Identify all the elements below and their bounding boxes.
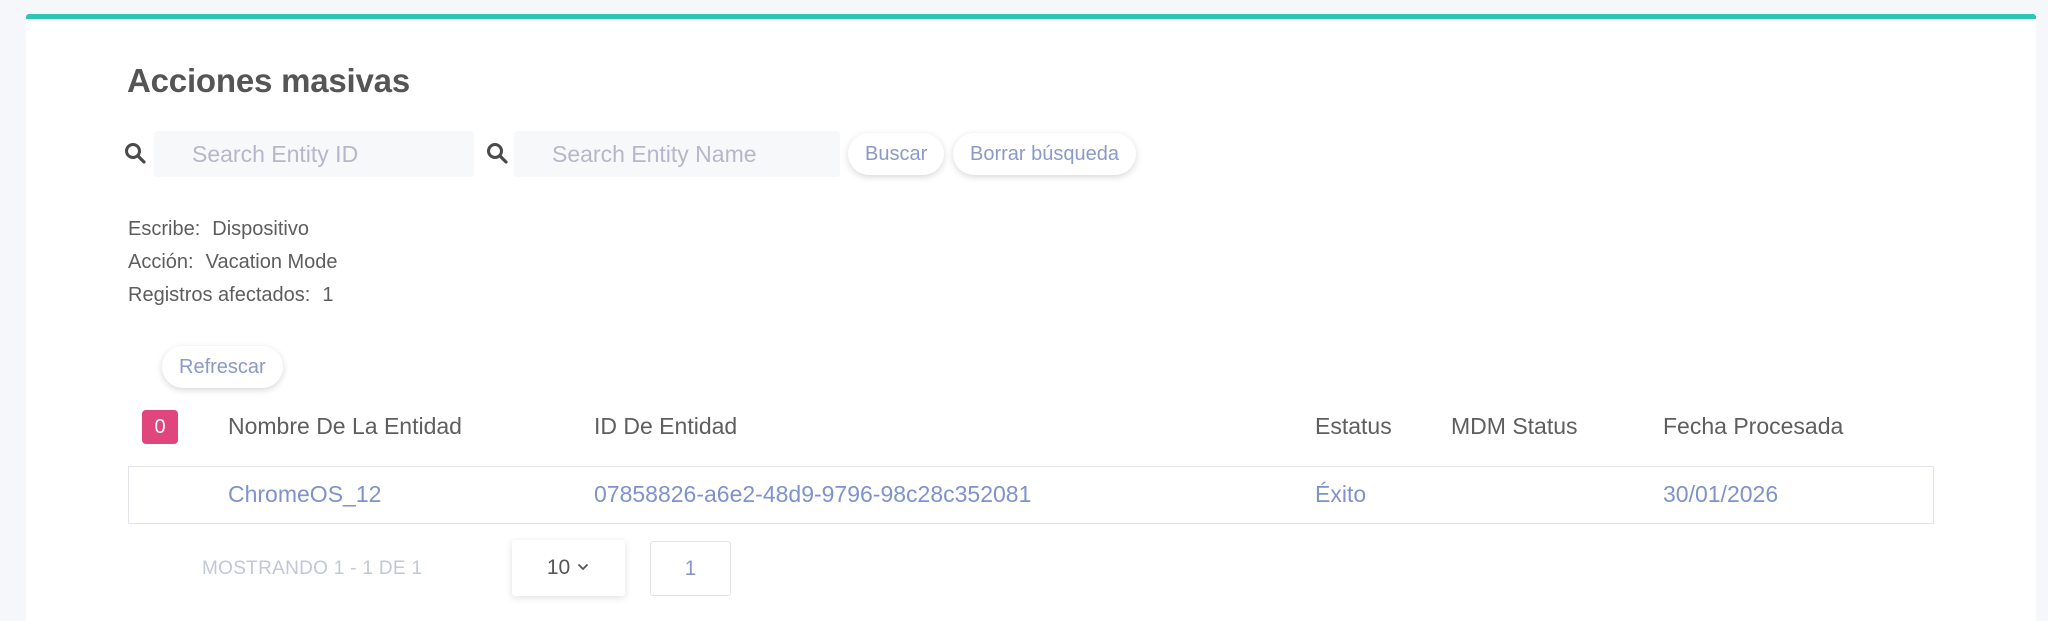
column-header-processed-date[interactable]: Fecha Procesada [1663,413,1843,440]
clear-search-button[interactable]: Borrar búsqueda [953,133,1136,175]
info-records: Registros afectados: 1 [128,284,333,307]
chevron-down-icon [576,556,590,580]
search-icon [485,141,509,165]
info-action-value: Vacation Mode [205,251,338,273]
info-records-value: 1 [322,284,334,306]
search-entity-id-input[interactable] [154,131,474,177]
info-action-label: Acción: [128,251,194,273]
column-header-status[interactable]: Estatus [1315,413,1392,440]
search-entity-name-input[interactable] [514,131,840,177]
cell-entity-name[interactable]: ChromeOS_12 [228,481,381,508]
pagination-summary: MOSTRANDO 1 - 1 DE 1 [202,558,423,579]
column-header-entity-id[interactable]: ID De Entidad [594,413,737,440]
column-header-entity-name[interactable]: Nombre De La Entidad [228,413,462,440]
info-action: Acción: Vacation Mode [128,251,338,274]
page-size-select[interactable]: 10 [512,540,625,596]
search-icon [123,141,147,165]
page-size-value: 10 [546,556,571,579]
selected-count-badge[interactable]: 0 [142,410,178,444]
refresh-button[interactable]: Refrescar [162,346,283,388]
info-type-value: Dispositivo [212,218,309,240]
info-type-label: Escribe: [128,218,201,240]
cell-status: Éxito [1315,481,1367,507]
cell-processed-date: 30/01/2026 [1663,481,1779,507]
column-header-mdm-status[interactable]: MDM Status [1451,413,1578,440]
search-button[interactable]: Buscar [848,133,945,175]
info-type: Escribe: Dispositivo [128,218,309,241]
page-number-button[interactable]: 1 [650,541,731,596]
bulk-actions-card [26,14,2036,621]
cell-entity-id[interactable]: 07858826-a6e2-48d9-9796-98c28c352081 [594,481,1031,508]
page-title: Acciones masivas [127,62,410,99]
info-records-label: Registros afectados: [128,284,311,306]
